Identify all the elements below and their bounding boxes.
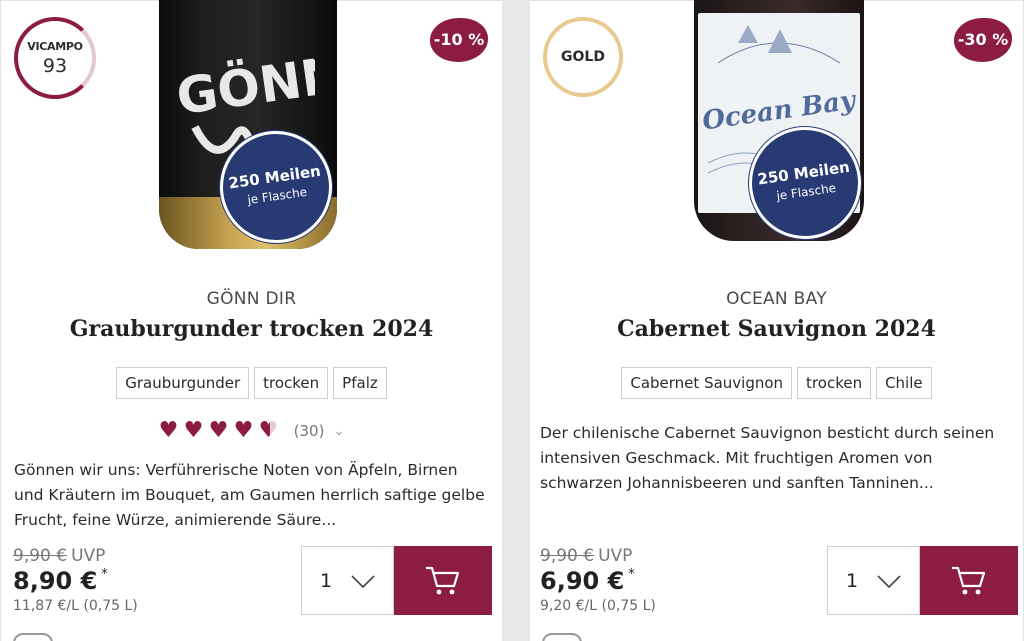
add-to-cart-button[interactable] <box>394 546 492 615</box>
tag-grape[interactable]: Cabernet Sauvignon <box>621 367 793 399</box>
tag-list: Cabernet Sauvignon trocken Chile <box>530 367 1023 399</box>
quantity-select[interactable]: 1 <box>301 546 394 615</box>
uvp-label: UVP <box>71 546 106 566</box>
bottle-label-text: Ocean Bay <box>700 85 858 136</box>
uvp-price: 9,90 € UVP <box>540 546 632 566</box>
product-card[interactable]: GÖNN DIR VICAMPO 93 -10 % 250 Meilen je … <box>0 0 503 641</box>
gold-award-badge: GOLD <box>543 17 623 97</box>
rating-count: (30) <box>293 422 325 440</box>
cart-icon <box>426 566 460 594</box>
product-title[interactable]: Cabernet Sauvignon 2024 <box>530 316 1023 342</box>
price-per-liter: 9,20 €/L (0,75 L) <box>540 598 656 614</box>
tag-grape[interactable]: Grauburgunder <box>116 367 250 399</box>
price-value: 8,90 € <box>13 567 98 595</box>
tag-list: Grauburgunder trocken Pfalz <box>1 367 502 399</box>
old-price: 9,90 € <box>13 546 68 566</box>
price-per-liter: 11,87 €/L (0,75 L) <box>13 598 138 614</box>
add-to-cart-button[interactable] <box>920 546 1018 615</box>
heart-icon: ♥ <box>208 418 229 443</box>
product-title[interactable]: Grauburgunder trocken 2024 <box>1 316 502 342</box>
tag-region[interactable]: Chile <box>876 367 932 399</box>
current-price: 8,90 € * <box>13 567 108 595</box>
heart-icon: ♥ <box>233 418 254 443</box>
score-brand: VICAMPO <box>27 40 83 53</box>
chevron-down-icon: ⌄ <box>333 423 345 439</box>
discount-badge: -10 % <box>430 18 488 62</box>
uvp-price: 9,90 € UVP <box>13 546 105 566</box>
cart-icon <box>952 566 986 594</box>
price-value: 6,90 € <box>540 567 625 595</box>
chevron-down-icon <box>877 574 901 588</box>
discount-badge: -30 % <box>954 18 1012 62</box>
product-card[interactable]: Ocean Bay GOLD -30 % 250 Meilen je Flasc… <box>529 0 1024 641</box>
quantity-select[interactable]: 1 <box>827 546 920 615</box>
wishlist-icon[interactable] <box>542 633 582 641</box>
chevron-down-icon <box>351 574 375 588</box>
product-description: Gönnen wir uns: Verführerische Noten von… <box>14 461 485 529</box>
producer-name[interactable]: GÖNN DIR <box>1 289 502 309</box>
product-description: Der chilenische Cabernet Sauvignon besti… <box>540 424 995 492</box>
quantity-value: 1 <box>320 569 333 592</box>
bottle-label-text: GÖNN DIR <box>175 47 315 126</box>
heart-icon: ♥ <box>183 418 204 443</box>
product-grid: GÖNN DIR VICAMPO 93 -10 % 250 Meilen je … <box>0 0 1024 641</box>
tag-taste[interactable]: trocken <box>797 367 872 399</box>
old-price: 9,90 € <box>540 546 595 566</box>
rating-score-badge: VICAMPO 93 <box>14 17 96 99</box>
quantity-value: 1 <box>846 569 859 592</box>
price-footnote-mark: * <box>101 567 108 582</box>
half-heart-icon: ♥ <box>259 420 281 442</box>
tag-taste[interactable]: trocken <box>254 367 329 399</box>
price-footnote-mark: * <box>628 567 635 582</box>
customer-rating[interactable]: ♥ ♥ ♥ ♥ ♥ (30) ⌄ <box>1 420 502 442</box>
heart-icon: ♥ <box>158 418 179 443</box>
current-price: 6,90 € * <box>540 567 635 595</box>
uvp-label: UVP <box>598 546 633 566</box>
score-value: 93 <box>42 55 68 77</box>
wishlist-icon[interactable] <box>13 633 53 641</box>
tag-region[interactable]: Pfalz <box>333 367 387 399</box>
producer-name[interactable]: OCEAN BAY <box>530 289 1023 309</box>
